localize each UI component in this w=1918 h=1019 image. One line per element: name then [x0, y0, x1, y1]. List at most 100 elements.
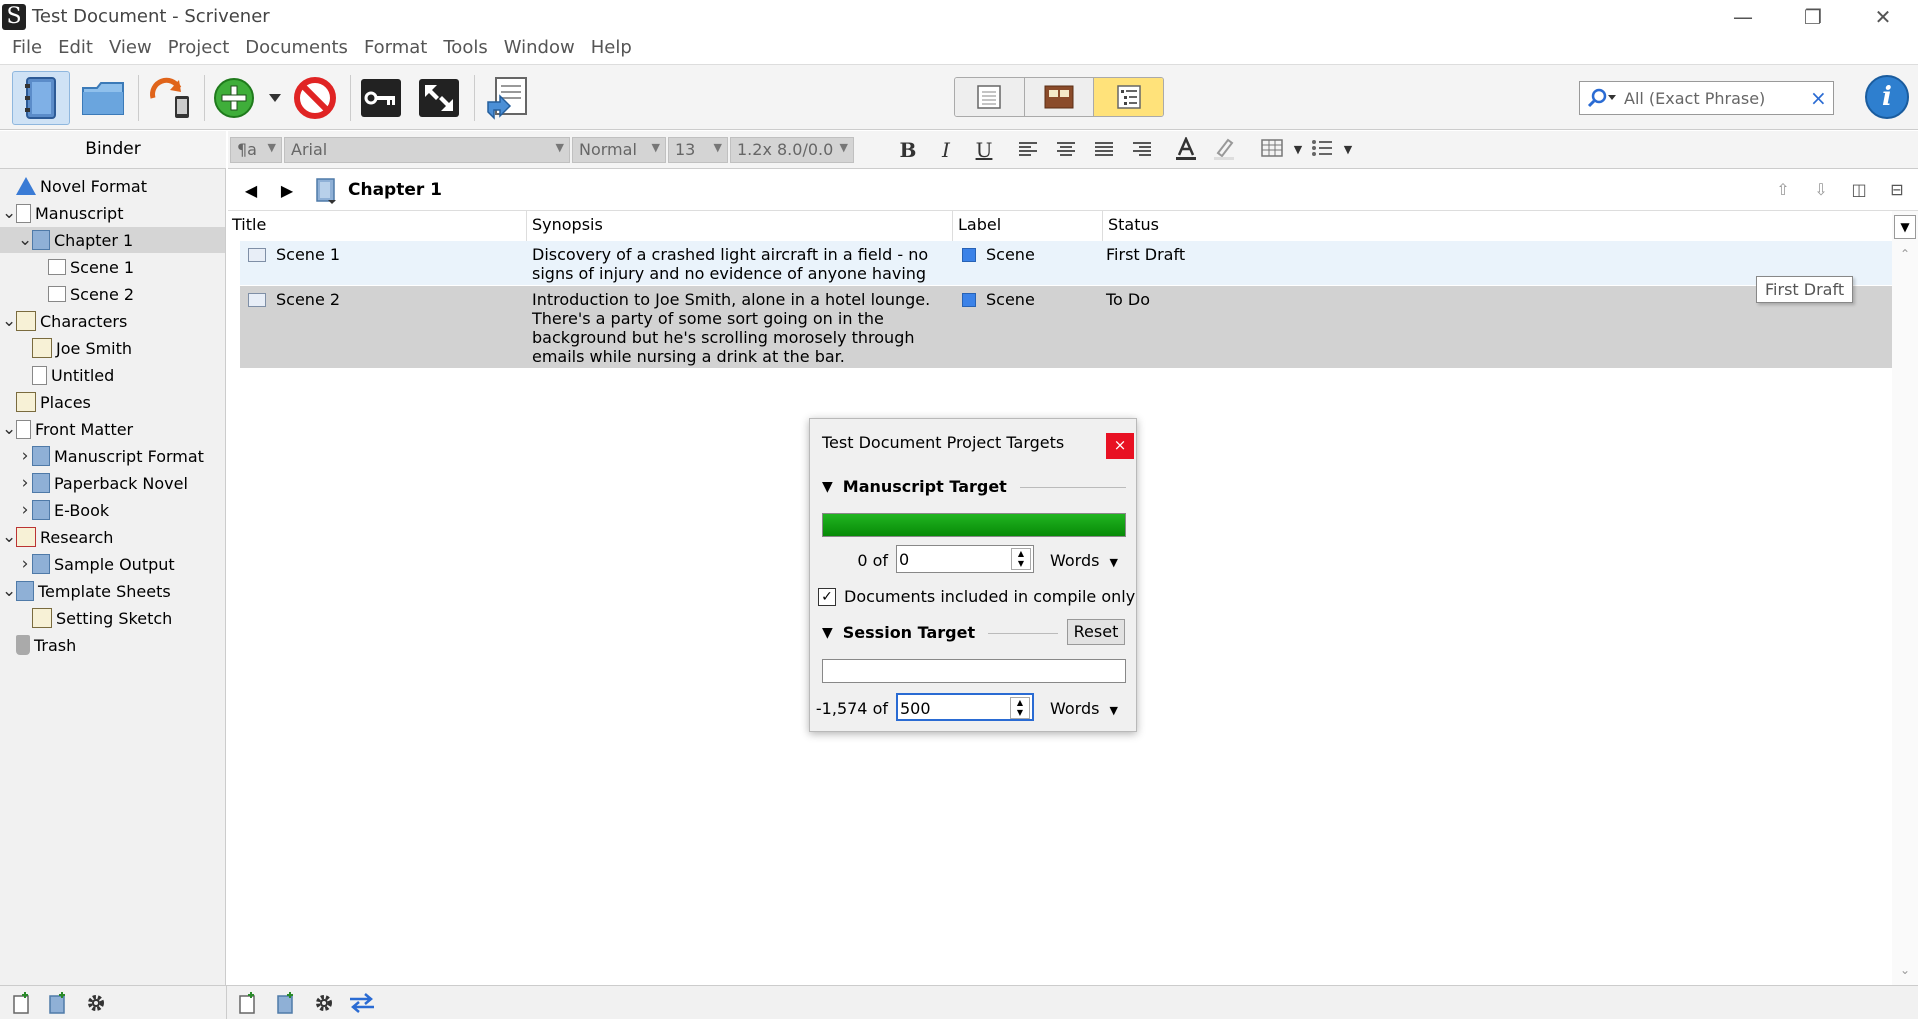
manuscript-target-input[interactable] [899, 548, 1007, 570]
align-right-button[interactable] [1128, 137, 1156, 163]
binder-item[interactable]: Trash [0, 632, 225, 658]
collapsed-chevron-icon[interactable]: › [18, 554, 32, 574]
dialog-close-button[interactable]: × [1106, 433, 1134, 459]
bold-button[interactable]: B [894, 137, 922, 163]
split-vertical-icon[interactable]: ◫ [1846, 180, 1872, 202]
binder-item[interactable]: ⌄ Front Matter [0, 416, 225, 442]
binder-item[interactable]: Places [0, 389, 225, 415]
collapsed-chevron-icon[interactable]: › [18, 473, 32, 493]
composition-mode-button[interactable] [410, 71, 468, 125]
binder-item[interactable]: ⌄ Characters [0, 308, 225, 334]
manuscript-target-section[interactable]: ▼ Manuscript Target [822, 477, 1007, 496]
collections-button[interactable] [74, 71, 132, 125]
column-chooser-dropdown[interactable]: ▼ [1894, 215, 1916, 239]
binder-add-document-button[interactable] [8, 990, 36, 1016]
column-header-status[interactable]: Status [1108, 215, 1159, 234]
outline-row-scene-1[interactable]: Scene 1 Discovery of a crashed light air… [240, 241, 1892, 302]
session-target-section[interactable]: ▼ Session Target [822, 623, 975, 642]
expanded-chevron-icon[interactable]: ⌄ [18, 230, 32, 250]
outliner-view-button[interactable] [1094, 78, 1163, 116]
list-dropdown-icon[interactable]: ▼ [1334, 137, 1362, 163]
scrivenings-view-button[interactable] [955, 78, 1025, 116]
column-header-label[interactable]: Label [958, 215, 1001, 234]
sync-button[interactable] [140, 71, 198, 125]
outline-row-scene-2[interactable]: Scene 2 Introduction to Joe Smith, alone… [240, 286, 1892, 368]
binder-item[interactable]: ⌄ Research [0, 524, 225, 550]
binder-item[interactable]: ⌄ Chapter 1 [0, 227, 225, 253]
add-dropdown-button[interactable] [262, 71, 288, 125]
binder-item[interactable]: › Paperback Novel [0, 470, 225, 496]
chapter-folder-icon[interactable] [314, 178, 338, 204]
minimize-button[interactable]: — [1718, 2, 1768, 32]
underline-button[interactable]: U [970, 137, 998, 163]
line-spacing-select[interactable]: 1.2x 8.0/0.0 ▼ [730, 137, 854, 163]
column-header-synopsis[interactable]: Synopsis [532, 215, 603, 234]
binder-item[interactable]: Scene 2 [0, 281, 225, 307]
expanded-chevron-icon[interactable]: ⌄ [2, 419, 16, 439]
split-horizontal-icon[interactable]: ⊟ [1884, 180, 1910, 202]
scroll-down-icon[interactable]: ⌄ [1900, 963, 1910, 977]
menu-tools[interactable]: Tools [435, 34, 495, 64]
binder-settings-button[interactable] [82, 990, 110, 1016]
scroll-up-icon[interactable]: ⌃ [1900, 247, 1910, 261]
inspector-toggle-button[interactable]: i [1865, 75, 1909, 119]
binder-item[interactable]: Setting Sketch [0, 605, 225, 631]
font-family-select[interactable]: Arial ▼ [284, 137, 570, 163]
binder-item[interactable]: Novel Format [0, 173, 225, 199]
delete-button[interactable] [286, 71, 344, 125]
compile-only-checkbox-row[interactable]: ✓ Documents included in compile only [818, 587, 1135, 606]
typeface-select[interactable]: Normal ▼ [572, 137, 666, 163]
list-button[interactable] [1308, 137, 1336, 163]
menu-file[interactable]: File [4, 34, 50, 64]
compile-only-checkbox[interactable]: ✓ [818, 587, 836, 606]
editor-add-document-button[interactable] [234, 990, 262, 1016]
search-icon[interactable] [1586, 88, 1618, 108]
menu-documents[interactable]: Documents [237, 34, 356, 64]
menu-edit[interactable]: Edit [50, 34, 101, 64]
add-button[interactable] [210, 71, 258, 125]
highlight-button[interactable] [1210, 137, 1238, 163]
menu-project[interactable]: Project [160, 34, 238, 64]
expanded-chevron-icon[interactable]: ⌄ [2, 527, 16, 547]
session-unit-select[interactable]: Words ▼ [1050, 699, 1118, 718]
binder-item[interactable]: ⌄ Template Sheets [0, 578, 225, 604]
text-color-button[interactable] [1172, 135, 1200, 163]
binder-add-folder-button[interactable] [44, 990, 72, 1016]
stepper-arrows-icon[interactable]: ▲ ▼ [1010, 697, 1030, 719]
table-button[interactable] [1258, 137, 1286, 163]
collapsed-chevron-icon[interactable]: › [18, 446, 32, 466]
close-window-button[interactable]: ✕ [1858, 2, 1908, 32]
outliner-scrollbar[interactable]: ▼ ⌃ ⌄ [1892, 211, 1918, 985]
binder-item[interactable]: ⌄ Manuscript [0, 200, 225, 226]
session-reset-button[interactable]: Reset [1067, 619, 1125, 645]
previous-document-button[interactable]: ⇧ [1770, 180, 1796, 202]
binder-item[interactable]: › Sample Output [0, 551, 225, 577]
swap-button[interactable] [348, 990, 376, 1016]
align-justify-button[interactable] [1090, 137, 1118, 163]
stepper-arrows-icon[interactable]: ▲ ▼ [1011, 548, 1031, 570]
binder-toggle-button[interactable] [12, 71, 70, 125]
editor-settings-button[interactable] [310, 990, 338, 1016]
quick-reference-button[interactable] [478, 71, 536, 125]
clear-search-icon[interactable]: × [1810, 86, 1827, 110]
binder-item[interactable]: Untitled [0, 362, 225, 388]
menu-view[interactable]: View [101, 34, 160, 64]
binder-item[interactable]: Joe Smith [0, 335, 225, 361]
column-header-title[interactable]: Title [232, 215, 266, 234]
menu-window[interactable]: Window [496, 34, 583, 64]
expanded-chevron-icon[interactable]: ⌄ [2, 581, 16, 601]
expanded-chevron-icon[interactable]: ⌄ [2, 311, 16, 331]
manuscript-unit-select[interactable]: Words ▼ [1050, 551, 1118, 570]
align-left-button[interactable] [1014, 137, 1042, 163]
binder-item[interactable]: Scene 1 [0, 254, 225, 280]
navigate-back-button[interactable]: ◀ [240, 180, 262, 202]
italic-button[interactable]: I [932, 137, 960, 163]
next-document-button[interactable]: ⇩ [1808, 180, 1834, 202]
menu-format[interactable]: Format [356, 34, 435, 64]
align-center-button[interactable] [1052, 137, 1080, 163]
corkboard-view-button[interactable] [1024, 78, 1095, 116]
font-size-select[interactable]: 13 ▼ [668, 137, 728, 163]
paragraph-style-select[interactable]: ¶a ▼ [230, 137, 282, 163]
session-target-input[interactable] [900, 697, 1008, 719]
keywords-button[interactable] [352, 71, 410, 125]
